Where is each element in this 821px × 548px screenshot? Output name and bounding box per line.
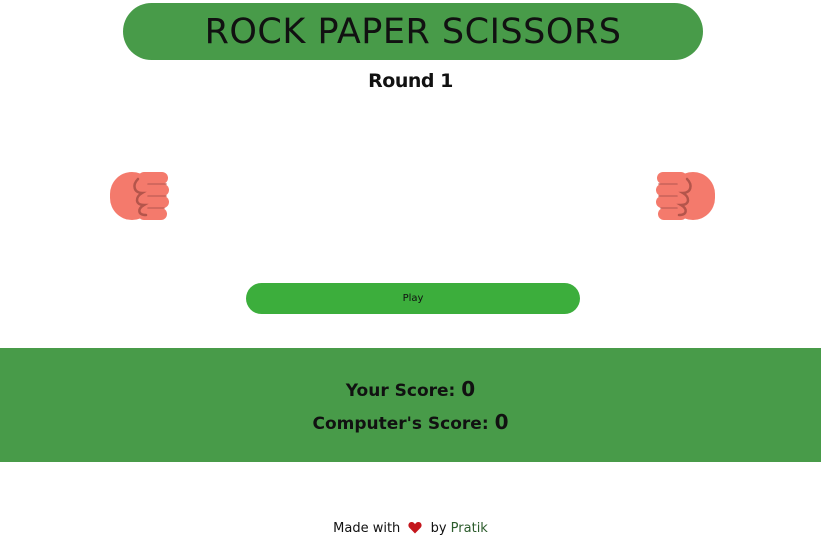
computer-score-label: Computer's Score: <box>312 414 489 434</box>
round-label: Round 1 <box>368 70 453 92</box>
computer-hand-icon <box>656 172 715 220</box>
heart-icon <box>408 521 423 534</box>
player-hand-icon <box>110 172 169 220</box>
game-page: ROCK PAPER SCISSORS Round 1 Play Your Sc… <box>0 0 821 548</box>
your-score-label: Your Score: <box>345 381 456 401</box>
footer: Made with by Pratik <box>0 521 821 536</box>
your-score-value: 0 <box>461 377 476 401</box>
computer-score: Computer's Score: 0 <box>0 410 821 434</box>
page-title: ROCK PAPER SCISSORS <box>204 11 622 52</box>
score-panel: Your Score: 0 Computer's Score: 0 <box>0 348 821 462</box>
your-score: Your Score: 0 <box>0 377 821 401</box>
computer-score-value: 0 <box>494 410 509 434</box>
author-link[interactable]: Pratik <box>451 521 488 536</box>
title-banner: ROCK PAPER SCISSORS <box>123 3 703 60</box>
footer-made-with: Made with <box>333 521 401 536</box>
footer-by: by <box>430 521 447 536</box>
play-button[interactable]: Play <box>246 283 580 314</box>
